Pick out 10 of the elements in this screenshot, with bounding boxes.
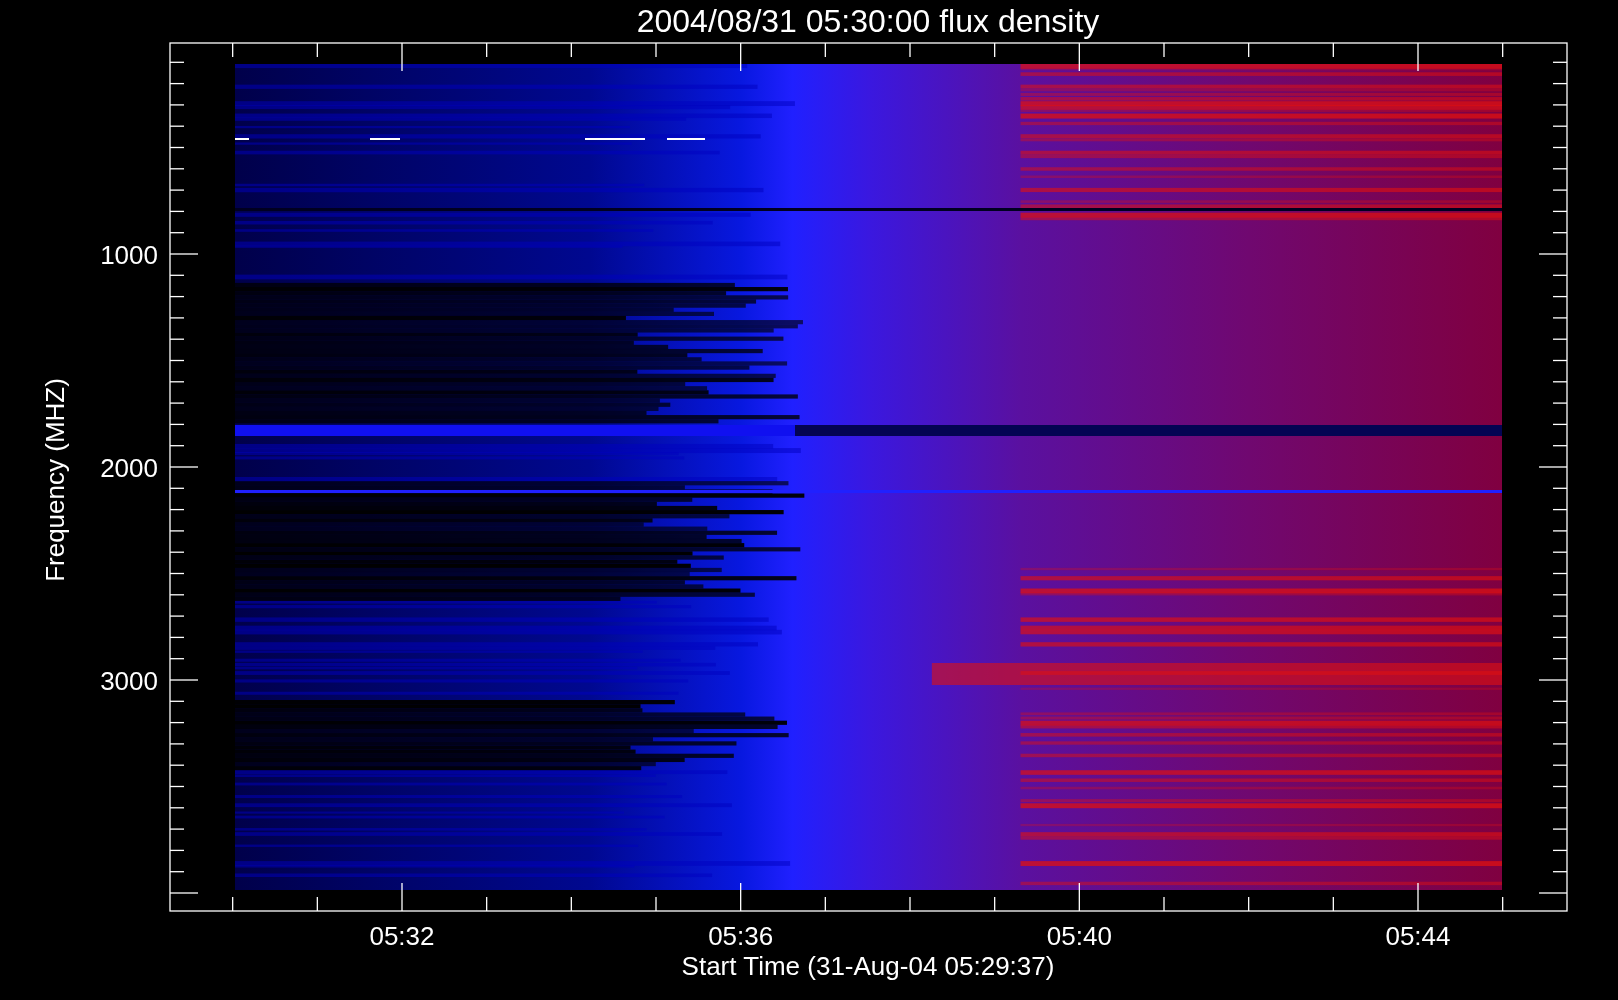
x-tick-label: 05:44: [1385, 921, 1451, 951]
x-tick-label: 05:40: [1046, 921, 1112, 951]
y-tick-label: 3000: [100, 666, 158, 696]
y-tick-label: 2000: [100, 453, 158, 483]
y-axis-label: Frequency (MHZ): [40, 378, 70, 582]
x-tick-label: 05:36: [708, 921, 774, 951]
chart-title: 2004/08/31 05:30:00 flux density: [636, 3, 1100, 39]
x-axis-label: Start Time (31-Aug-04 05:29:37): [681, 951, 1055, 981]
y-tick-label: 1000: [100, 240, 158, 270]
x-tick-label: 05:32: [369, 921, 435, 951]
